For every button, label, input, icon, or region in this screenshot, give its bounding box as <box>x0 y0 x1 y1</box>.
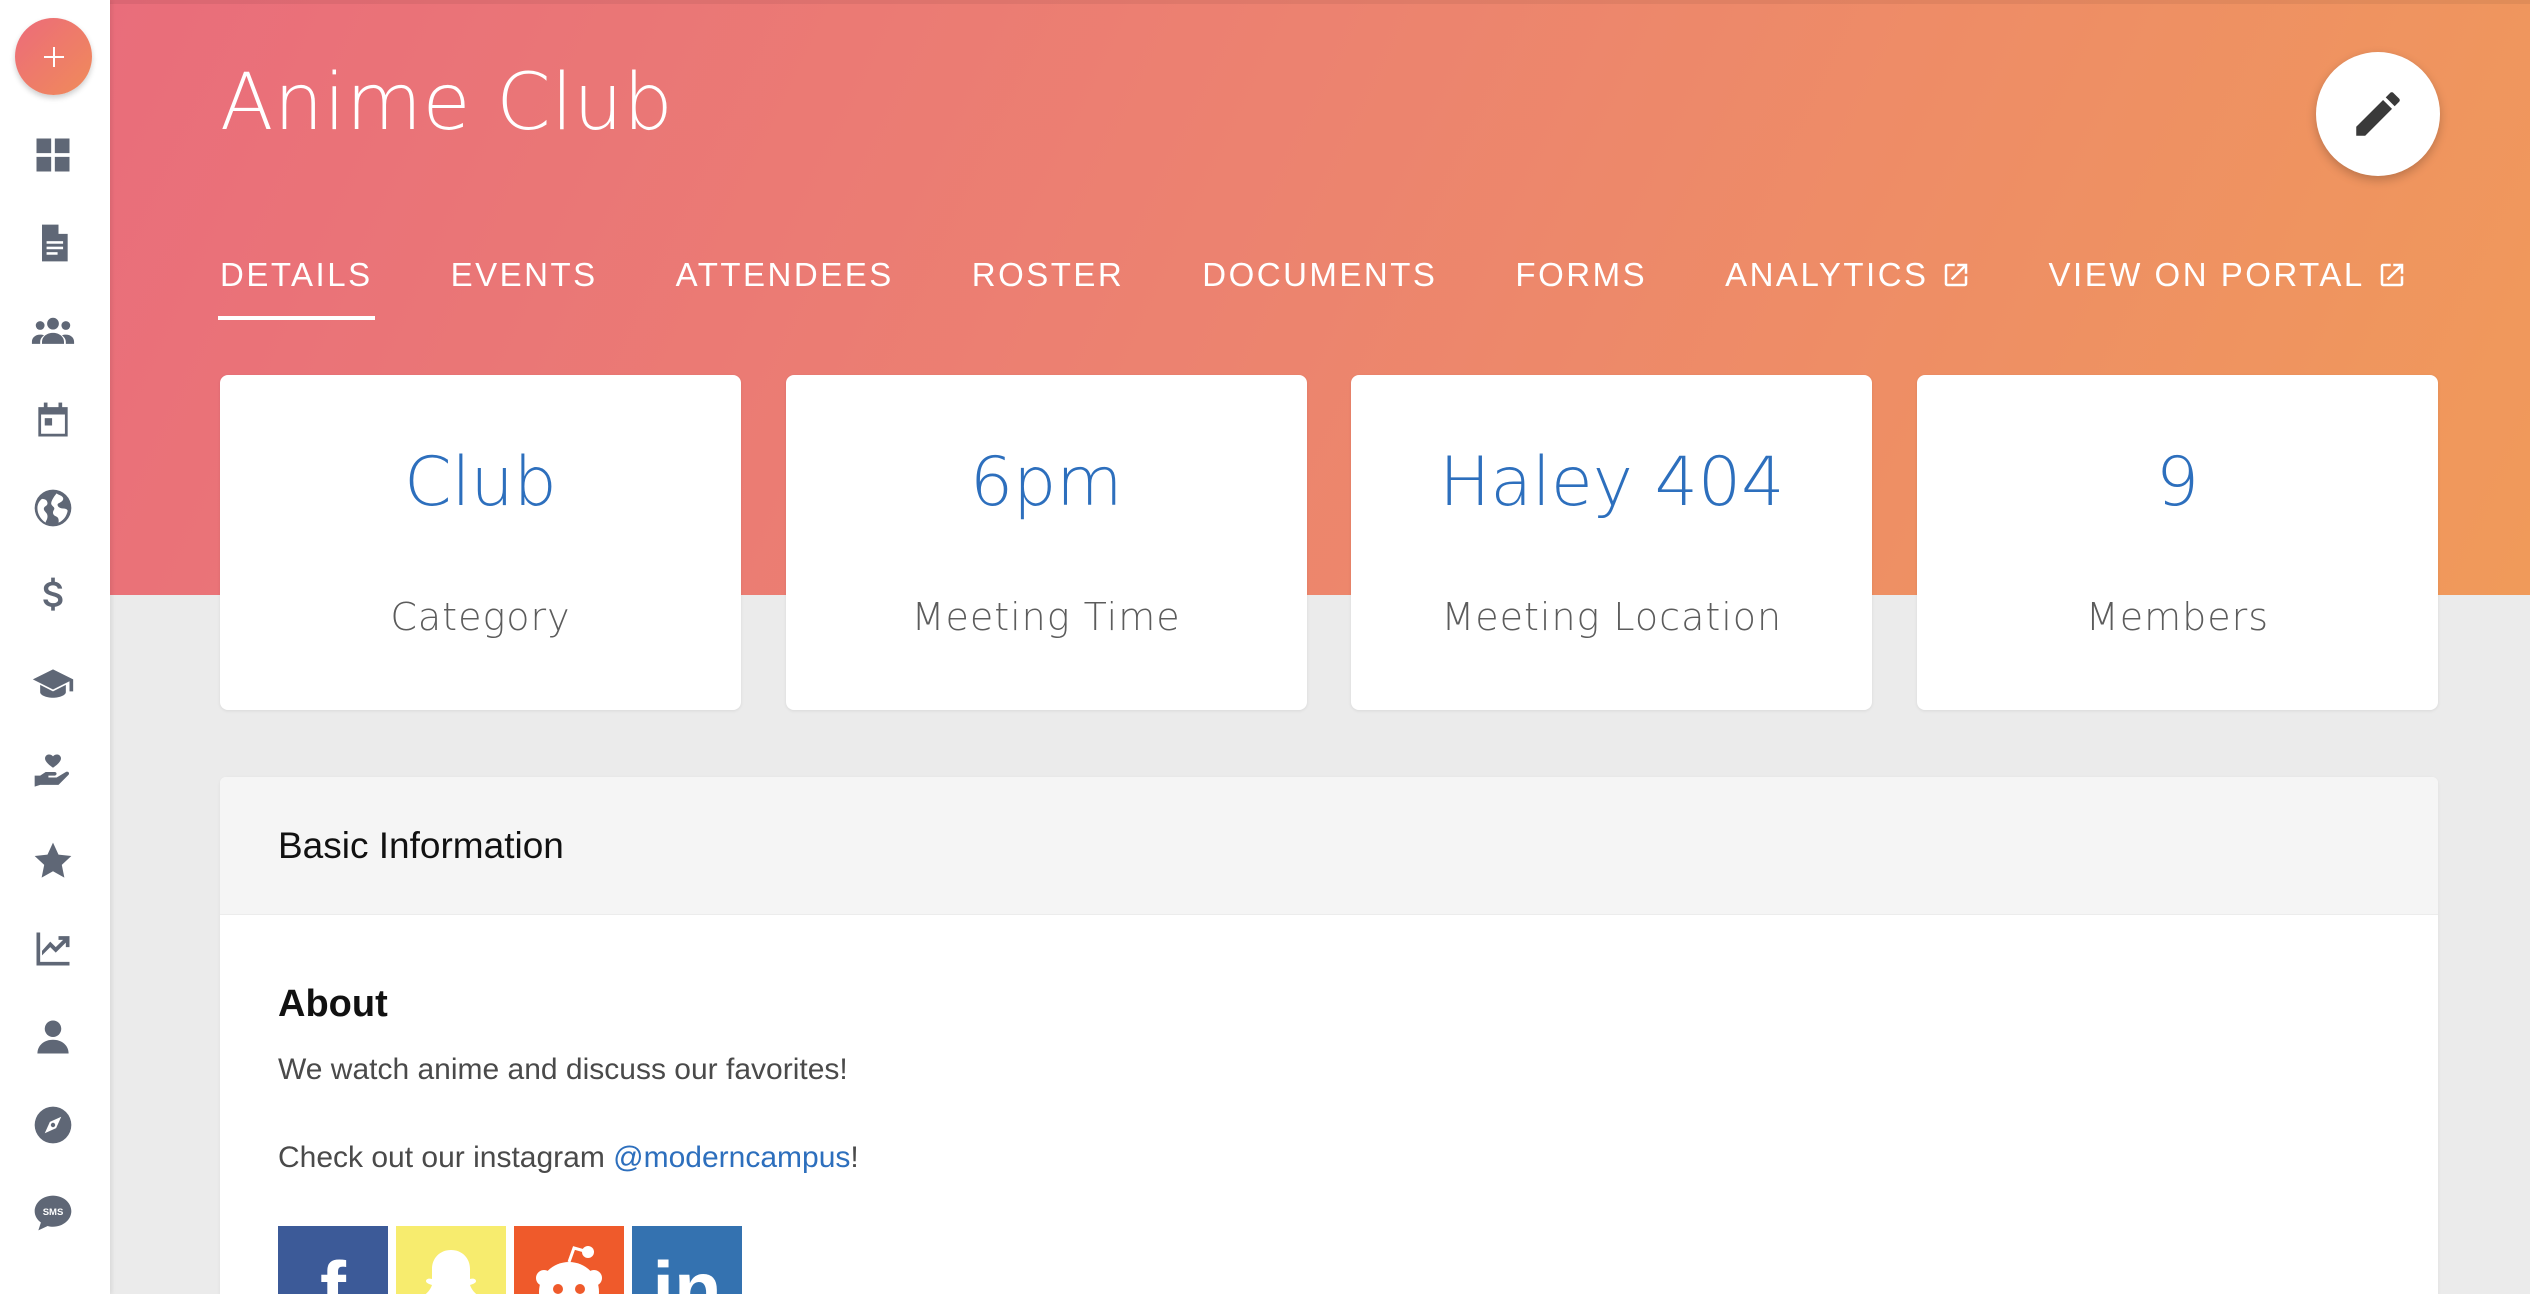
globe-icon <box>34 489 72 527</box>
stat-value: Haley 404 <box>1439 443 1785 522</box>
sidebar-item-education[interactable] <box>27 658 79 710</box>
document-icon <box>42 224 68 262</box>
sms-icon: SMS <box>34 1195 72 1231</box>
plus-icon <box>43 46 64 67</box>
about-description: We watch anime and discuss our favorites… <box>278 1053 848 1086</box>
sidebar-item-finance[interactable] <box>27 570 79 622</box>
about-instagram-line: Check out our instagram @moderncampus! <box>278 1141 859 1174</box>
tab-documents[interactable]: DOCUMENTS <box>1200 250 1439 320</box>
stat-value: 6pm <box>969 443 1123 522</box>
tab-events[interactable]: EVENTS <box>449 250 600 320</box>
graduation-cap-icon <box>32 669 74 698</box>
sidebar-item-explore[interactable] <box>27 1099 79 1151</box>
sidebar-item-calendar[interactable] <box>27 394 79 446</box>
basic-information-panel: Basic Information About We watch anime a… <box>220 777 2438 1294</box>
stat-value: Club <box>404 443 557 522</box>
dollar-icon <box>43 577 63 611</box>
stat-caption: Category <box>390 595 571 639</box>
stat-caption: Meeting Time <box>911 595 1181 639</box>
stat-card-meeting-time: 6pm Meeting Time <box>785 375 1307 710</box>
dashboard-icon <box>36 138 70 172</box>
sidebar-item-globe[interactable] <box>27 482 79 534</box>
stat-caption: Members <box>2085 595 2270 639</box>
tab-forms[interactable]: FORMS <box>1513 250 1649 320</box>
page-title: Anime Club <box>220 58 674 148</box>
linkedin-link[interactable]: in <box>632 1226 742 1294</box>
compass-icon <box>34 1106 72 1144</box>
sidebar-item-volunteer[interactable] <box>27 746 79 798</box>
reddit-icon <box>536 1246 602 1294</box>
stat-card-meeting-location: Haley 404 Meeting Location <box>1351 375 1873 710</box>
star-icon <box>34 842 72 878</box>
social-links: f in <box>278 1226 2380 1294</box>
facebook-icon: f <box>320 1245 346 1294</box>
sidebar: SMS <box>0 0 110 1294</box>
tab-bar: DETAILS EVENTS ATTENDEES ROSTER DOCUMENT… <box>218 250 2483 320</box>
trending-up-icon <box>36 932 70 966</box>
external-link-icon <box>1941 260 1971 290</box>
sidebar-item-profile[interactable] <box>27 1011 79 1063</box>
calendar-icon <box>38 402 68 437</box>
facebook-link[interactable]: f <box>278 1226 388 1294</box>
sidebar-item-analytics[interactable] <box>27 923 79 975</box>
tab-attendees[interactable]: ATTENDEES <box>674 250 896 320</box>
add-button[interactable] <box>15 18 92 95</box>
panel-title: Basic Information <box>278 824 564 866</box>
snapchat-link[interactable] <box>396 1226 506 1294</box>
stat-caption: Meeting Location <box>1441 595 1783 639</box>
linkedin-icon: in <box>652 1245 722 1294</box>
svg-text:SMS: SMS <box>43 1207 64 1218</box>
tab-details[interactable]: DETAILS <box>218 250 375 320</box>
instagram-link[interactable]: @moderncampus <box>613 1141 850 1174</box>
hand-heart-icon <box>34 754 70 787</box>
groups-icon <box>31 317 75 344</box>
sidebar-item-groups[interactable] <box>27 305 79 357</box>
pencil-icon <box>2356 92 2400 136</box>
external-link-icon <box>2377 260 2407 290</box>
sidebar-item-dashboard[interactable] <box>27 129 79 181</box>
sidebar-item-sms[interactable]: SMS <box>27 1187 79 1239</box>
stat-card-category: Club Category <box>220 375 741 710</box>
about-title: About <box>278 983 388 1025</box>
person-icon <box>37 1020 69 1054</box>
reddit-link[interactable] <box>514 1226 624 1294</box>
panel-header: Basic Information <box>220 777 2438 915</box>
tab-analytics[interactable]: ANALYTICS <box>1723 250 1972 320</box>
stat-cards: Club Category 6pm Meeting Time Haley 404… <box>220 375 2438 710</box>
sidebar-item-documents[interactable] <box>27 217 79 269</box>
snapchat-icon <box>425 1250 477 1294</box>
stat-value: 9 <box>2155 443 2200 522</box>
sidebar-item-favorites[interactable] <box>27 835 79 887</box>
stat-card-members: 9 Members <box>1916 375 2438 710</box>
edit-button[interactable] <box>2316 52 2440 176</box>
panel-body: About We watch anime and discuss our fav… <box>220 915 2438 1294</box>
tab-roster[interactable]: ROSTER <box>970 250 1127 320</box>
tab-view-on-portal[interactable]: VIEW ON PORTAL <box>2047 250 2409 320</box>
